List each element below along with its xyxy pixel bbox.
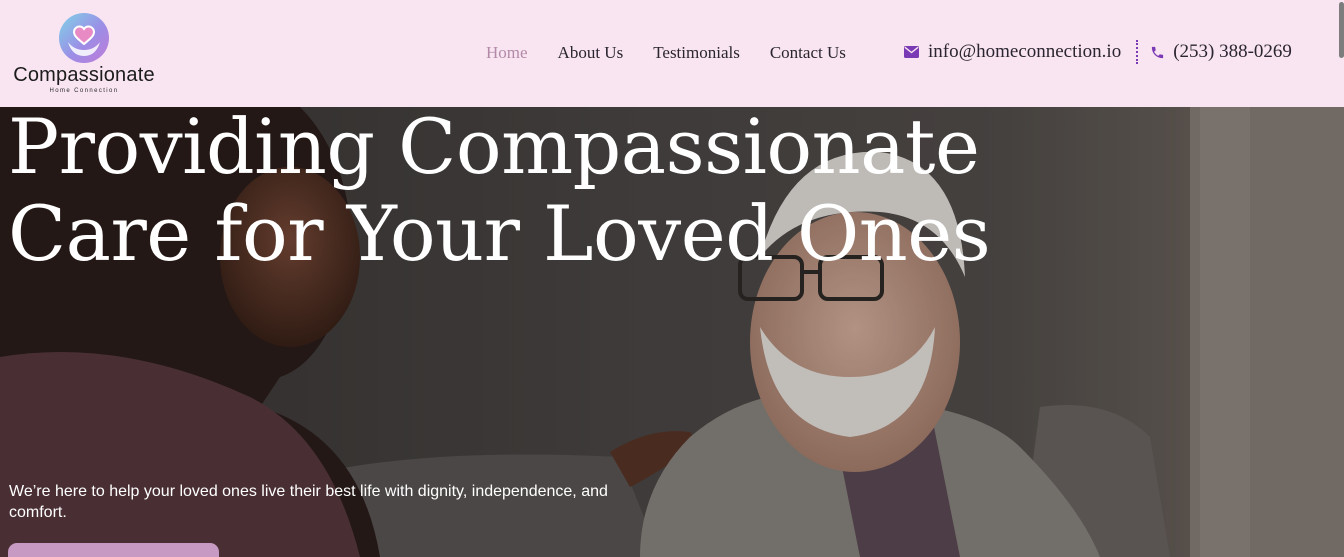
hero-subtitle: We’re here to help your loved ones live …: [9, 483, 608, 521]
contact-divider: [1136, 40, 1139, 64]
nav-item-testimonials[interactable]: Testimonials: [653, 42, 740, 64]
main-nav: Home About Us Testimonials Contact Us: [486, 42, 846, 64]
heart-hands-icon: [59, 13, 109, 63]
phone-number: (253) 388-0269: [1173, 41, 1292, 62]
brand-name: Compassionate: [13, 64, 155, 86]
hero-cta-button[interactable]: [8, 543, 219, 557]
brand-tagline: Home Connection: [49, 88, 119, 94]
nav-item-home[interactable]: Home: [486, 42, 528, 64]
nav-item-about-us[interactable]: About Us: [558, 42, 624, 64]
hero-title: Providing Compassionate Care for Your Lo…: [8, 107, 991, 278]
envelope-icon: [904, 46, 919, 58]
page-scrollbar[interactable]: [1338, 0, 1344, 557]
header-contact: info@homeconnection.io (253) 388-0269: [904, 40, 1292, 64]
brand-logo[interactable]: Compassionate Home Connection: [6, 10, 162, 100]
scrollbar-thumb[interactable]: [1339, 2, 1344, 58]
phone-link[interactable]: (253) 388-0269: [1150, 41, 1292, 63]
email-link[interactable]: info@homeconnection.io: [904, 41, 1121, 63]
email-address: info@homeconnection.io: [928, 41, 1122, 62]
hero-section: Providing Compassionate Care for Your Lo…: [0, 107, 1344, 557]
site-header: Compassionate Home Connection Home About…: [0, 0, 1344, 107]
phone-icon: [1152, 46, 1164, 58]
nav-item-contact-us[interactable]: Contact Us: [770, 42, 846, 64]
